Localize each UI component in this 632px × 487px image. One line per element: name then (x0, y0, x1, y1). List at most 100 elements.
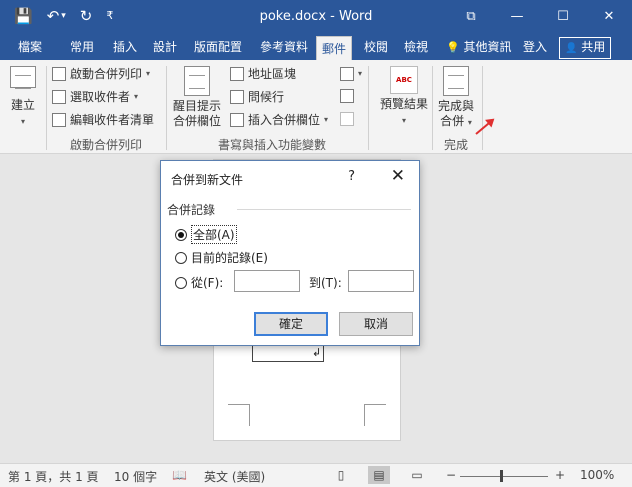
insert-merge-field-button[interactable]: 插入合併欄位 ▾ (230, 112, 328, 128)
ribbon-mailings: 建立 ▾ 啟動合併列印 ▾ 選取收件者 ▾ 編輯收件者清單 啟動合併列印 醒目提… (0, 60, 632, 154)
envelope-icon (10, 66, 36, 89)
tell-me-box[interactable]: 💡 其他資訊 (446, 38, 512, 55)
tab-review[interactable]: 校閱 (364, 38, 388, 56)
zoom-slider-track[interactable] (460, 476, 548, 477)
share-label: 共用 (581, 40, 606, 54)
chevron-down-icon: ▾ (358, 69, 363, 78)
insert-field-icon (230, 113, 244, 127)
greeting-line-button[interactable]: 問候行 (230, 89, 284, 105)
radio-all-label: 全部(A) (191, 225, 237, 244)
print-layout-icon[interactable]: ▤ (368, 466, 390, 484)
group-separator (46, 66, 47, 150)
sign-in-link[interactable]: 登入 (523, 38, 547, 56)
preview-results-label: 預覽結果 (379, 97, 428, 111)
start-mail-merge-label: 啟動合併列印 (70, 67, 143, 81)
create-label: 建立 (10, 98, 35, 112)
zoom-slider-thumb[interactable] (500, 470, 503, 482)
select-recipients-button[interactable]: 選取收件者 ▾ (52, 89, 138, 105)
window-controls: ⧉ — ☐ ✕ (448, 0, 632, 34)
ribbon-display-options-icon[interactable]: ⧉ (448, 0, 494, 34)
preview-results-button[interactable]: ABC 預覽結果 ▾ (376, 66, 432, 128)
close-icon[interactable]: ✕ (586, 0, 632, 34)
proofing-icon[interactable]: 📖 (172, 468, 187, 482)
edit-recipient-list-button[interactable]: 編輯收件者清單 (52, 112, 154, 128)
to-label: 到(T): (309, 276, 342, 290)
merge-records-group-label: 合併記錄 (167, 203, 216, 217)
write-insert-group-label: 書寫與插入功能變數 (218, 138, 327, 152)
start-mail-merge-button[interactable]: 啟動合併列印 ▾ (52, 66, 150, 82)
merge-to-new-document-dialog: 合併到新文件 ? ✕ 合併記錄 全部(A) 目前的記錄(E) 從(F): 到(T… (160, 160, 420, 346)
zoom-in-button[interactable]: + (555, 468, 565, 482)
group-separator (368, 66, 369, 150)
language-indicator[interactable]: 英文 (美國) (204, 468, 265, 485)
rules-icon (340, 67, 354, 81)
finish-merge-button[interactable]: 完成與 合併 ▾ (436, 66, 476, 130)
tab-view[interactable]: 檢視 (404, 38, 428, 56)
radio-from[interactable]: 從(F): (175, 274, 223, 291)
group-separator (482, 66, 483, 150)
tab-file[interactable]: 檔案 (18, 38, 42, 56)
share-button[interactable]: 👤 共用 (559, 37, 612, 59)
status-bar: 第 1 頁，共 1 頁 10 個字 📖 英文 (美國) ▯ ▤ ▭ − + 10… (0, 463, 632, 487)
chevron-down-icon: ▾ (134, 92, 139, 101)
group-separator (432, 66, 433, 150)
start-merge-group-label: 啟動合併列印 (70, 138, 143, 152)
document-icon (184, 66, 210, 96)
rules-button[interactable]: ▾ (340, 66, 362, 82)
group-separator (166, 66, 167, 150)
word-count[interactable]: 10 個字 (114, 468, 157, 485)
edit-recipient-list-label: 編輯收件者清單 (70, 113, 155, 127)
to-record-input[interactable] (348, 270, 414, 292)
highlight-merge-fields-button[interactable]: 醒目提示 合併欄位 (170, 66, 224, 129)
zoom-out-button[interactable]: − (446, 468, 456, 482)
match-fields-button[interactable] (340, 89, 354, 103)
from-record-input[interactable] (234, 270, 300, 292)
zoom-level[interactable]: 100% (580, 468, 614, 482)
insert-merge-field-label: 插入合併欄位 (248, 113, 321, 127)
finish-group-label: 完成 (444, 138, 469, 152)
help-icon[interactable]: ? (348, 169, 355, 184)
ok-button[interactable]: 確定 (254, 312, 328, 336)
minimize-icon[interactable]: — (494, 0, 540, 34)
edit-list-icon (52, 113, 66, 127)
radio-current-record[interactable]: 目前的記錄(E) (175, 249, 268, 266)
tell-me-label: 其他資訊 (463, 40, 512, 54)
chevron-down-icon: ▾ (146, 69, 151, 78)
ribbon-tabs: 檔案 常用 插入 設計 版面配置 參考資料 郵件 校閱 檢視 💡 其他資訊 登入… (0, 34, 632, 60)
radio-all[interactable]: 全部(A) (175, 225, 237, 244)
tab-layout[interactable]: 版面配置 (194, 38, 242, 56)
start-merge-icon (52, 67, 66, 81)
web-layout-icon[interactable]: ▭ (406, 466, 428, 484)
chevron-down-icon: ▾ (401, 116, 406, 125)
read-mode-icon[interactable]: ▯ (330, 466, 352, 484)
select-recipients-label: 選取收件者 (70, 90, 131, 104)
title-bar: 💾 ↶ ▾ ↻ ₹ poke.docx - Word ⧉ — ☐ ✕ (0, 0, 632, 34)
update-labels-button[interactable] (340, 112, 354, 126)
tab-mailings[interactable]: 郵件 (316, 36, 353, 60)
page-count[interactable]: 第 1 頁，共 1 頁 (8, 468, 99, 485)
recipients-icon (52, 90, 66, 104)
radio-from-label: 從(F): (191, 276, 224, 290)
tab-references[interactable]: 參考資料 (260, 38, 308, 56)
match-fields-icon (340, 89, 354, 103)
address-block-button[interactable]: 地址區塊 (230, 66, 296, 82)
person-icon: 👤 (565, 43, 578, 54)
paragraph-mark: ↲ (312, 346, 322, 359)
abc-preview-icon: ABC (390, 66, 418, 94)
tab-design[interactable]: 設計 (153, 38, 177, 56)
red-arrow-annotation (475, 119, 494, 135)
crop-mark (364, 404, 386, 426)
finish-merge-icon (443, 66, 469, 96)
chevron-down-icon: ▾ (324, 115, 329, 124)
tab-home[interactable]: 常用 (70, 38, 94, 56)
close-icon[interactable]: ✕ (391, 166, 405, 186)
cancel-button[interactable]: 取消 (339, 312, 413, 336)
greeting-line-icon (230, 90, 244, 104)
dialog-title: 合併到新文件 (171, 173, 244, 187)
address-block-icon (230, 67, 244, 81)
restore-icon[interactable]: ☐ (540, 0, 586, 34)
tab-insert[interactable]: 插入 (113, 38, 137, 56)
create-button[interactable]: 建立 ▾ (6, 66, 40, 129)
address-block-label: 地址區塊 (248, 67, 297, 81)
highlight-merge-fields-label: 醒目提示 合併欄位 (172, 99, 221, 128)
